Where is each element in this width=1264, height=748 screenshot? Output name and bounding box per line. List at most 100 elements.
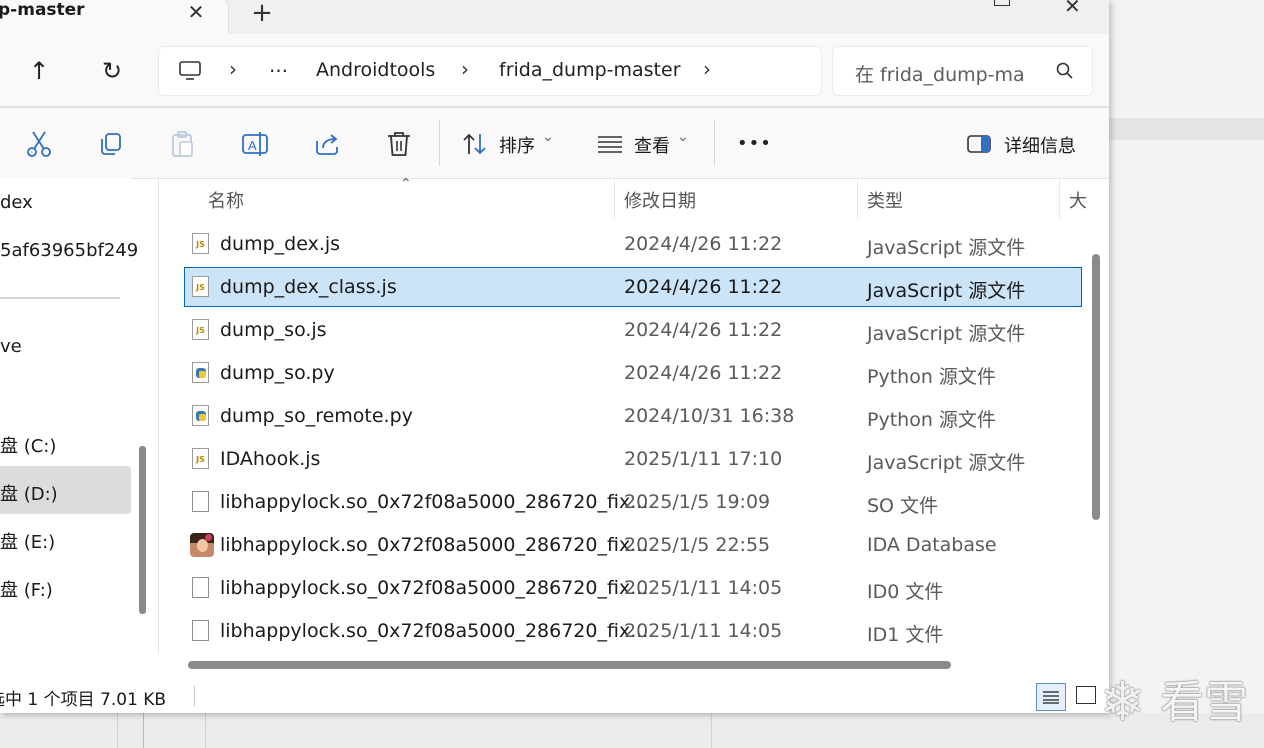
details-label: 详细信息 <box>1004 136 1076 157</box>
file-date: 2024/10/31 16:38 <box>624 405 795 427</box>
column-separator[interactable] <box>614 178 615 218</box>
nav-item-dex[interactable]: dex <box>0 192 33 213</box>
file-row-selected[interactable]: JS dump_dex_class.js 2024/4/26 11:22 Jav… <box>184 267 1082 307</box>
details-view-toggle[interactable] <box>1036 683 1066 711</box>
nav-item-hash-folder[interactable]: 5af63965bf249 <box>0 240 138 261</box>
sort-button[interactable]: 排序 ⌄ <box>462 127 562 161</box>
file-date: 2025/1/11 14:05 <box>624 620 783 642</box>
chevron-right-icon[interactable]: › <box>703 57 711 81</box>
new-tab-icon[interactable]: + <box>250 0 274 28</box>
delete-icon[interactable] <box>386 130 412 158</box>
large-icons-view-icon[interactable] <box>1076 686 1096 704</box>
file-type: JavaScript 源文件 <box>867 280 1026 302</box>
tab-title: p-master <box>0 0 85 20</box>
file-row[interactable]: JS dump_dex.js 2024/4/26 11:22 JavaScrip… <box>184 224 1082 264</box>
window-close-icon[interactable]: ✕ <box>1064 0 1081 18</box>
background-line <box>117 713 118 748</box>
maximize-icon[interactable] <box>994 0 1010 6</box>
vertical-scrollbar[interactable] <box>1092 254 1100 520</box>
chevron-right-icon[interactable]: › <box>461 57 469 81</box>
nav-item-disk-c[interactable]: 盘 (C:) <box>0 432 56 458</box>
search-input[interactable]: 在 frida_dump-ma <box>832 46 1093 96</box>
file-type: JavaScript 源文件 <box>867 452 1026 474</box>
background-line <box>205 713 206 748</box>
horizontal-scrollbar[interactable] <box>188 661 951 669</box>
column-header-type[interactable]: 类型 <box>867 187 903 213</box>
file-name: libhappylock.so_0x72f08a5000_286720_fix.… <box>220 577 649 599</box>
status-bar <box>0 680 1109 713</box>
file-date: 2024/4/26 11:22 <box>624 276 783 298</box>
up-arrow-icon[interactable]: ↑ <box>22 56 56 88</box>
details-pane-button[interactable]: 详细信息 <box>966 127 1086 161</box>
file-row[interactable]: JS dump_so.js 2024/4/26 11:22 JavaScript… <box>184 310 1082 350</box>
search-placeholder: 在 frida_dump-ma <box>855 64 1025 86</box>
file-name: dump_dex_class.js <box>220 276 397 298</box>
file-name: libhappylock.so_0x72f08a5000_286720_fix.… <box>220 620 649 642</box>
file-type: SO 文件 <box>867 495 939 517</box>
nav-item-drive[interactable]: ve <box>0 336 22 357</box>
js-file-icon: JS <box>192 276 209 297</box>
file-name: libhappylock.so_0x72f08a5000_286720_fix.… <box>220 534 649 556</box>
file-row[interactable]: dump_so_remote.py 2024/10/31 16:38 Pytho… <box>184 396 1082 436</box>
file-row[interactable]: libhappylock.so_0x72f08a5000_286720_fix.… <box>184 482 1082 522</box>
background-line <box>711 713 712 748</box>
breadcrumb-overflow[interactable]: … <box>269 55 288 77</box>
sort-label: 排序 <box>499 136 535 157</box>
js-file-icon: JS <box>192 319 209 340</box>
cut-icon[interactable] <box>26 130 52 158</box>
nav-scrollbar[interactable] <box>139 446 146 614</box>
file-type: JavaScript 源文件 <box>867 237 1026 259</box>
column-header-name[interactable]: 名称 <box>208 187 244 213</box>
view-button[interactable]: 查看 ⌄ <box>597 127 697 161</box>
chevron-right-icon[interactable]: › <box>229 57 237 81</box>
file-type: IDA Database <box>867 534 997 556</box>
file-date: 2025/1/11 14:05 <box>624 577 783 599</box>
computer-icon[interactable] <box>178 60 202 82</box>
breadcrumb-item-androidtools[interactable]: Androidtools <box>316 59 435 81</box>
nav-item-disk-d[interactable]: 盘 (D:) <box>0 480 58 506</box>
file-row[interactable]: libhappylock.so_0x72f08a5000_286720_fix.… <box>184 568 1082 608</box>
file-date: 2024/4/26 11:22 <box>624 362 783 384</box>
file-row[interactable]: dump_so.py 2024/4/26 11:22 Python 源文件 <box>184 353 1082 393</box>
file-type: Python 源文件 <box>867 366 996 388</box>
file-name: dump_dex.js <box>220 233 341 255</box>
chevron-down-icon: ⌄ <box>542 129 554 145</box>
breadcrumb[interactable]: › … Androidtools › frida_dump-master › <box>158 46 822 96</box>
toolbar-separator <box>714 120 715 166</box>
file-explorer-window: p-master ✕ + ✕ ↑ ↻ › … Androidtools › fr… <box>0 0 1109 713</box>
python-file-icon <box>192 405 209 426</box>
file-row[interactable]: JS IDAhook.js 2025/1/11 17:10 JavaScript… <box>184 439 1082 479</box>
rename-icon[interactable]: A <box>241 130 269 158</box>
copy-icon[interactable] <box>98 131 124 157</box>
paste-icon[interactable] <box>170 130 196 158</box>
sort-ascending-icon: ⌃ <box>400 176 412 192</box>
file-date: 2024/4/26 11:22 <box>624 233 783 255</box>
file-date: 2025/1/5 22:55 <box>624 534 771 556</box>
tab-close-icon[interactable]: ✕ <box>186 0 206 24</box>
breadcrumb-item-frida-dump-master[interactable]: frida_dump-master <box>499 59 681 81</box>
column-separator[interactable] <box>1059 178 1060 218</box>
file-name: dump_so.py <box>220 362 335 384</box>
background-band <box>1109 118 1264 140</box>
chevron-down-icon: ⌄ <box>677 129 689 145</box>
ida-database-icon <box>190 533 214 557</box>
file-row[interactable]: libhappylock.so_0x72f08a5000_286720_fix.… <box>184 611 1082 651</box>
more-options-icon[interactable]: ••• <box>737 133 772 154</box>
nav-item-disk-e[interactable]: 盘 (E:) <box>0 528 55 554</box>
share-icon[interactable] <box>313 131 341 157</box>
python-file-icon <box>192 362 209 383</box>
column-header-size[interactable]: 大 <box>1069 187 1087 213</box>
column-separator[interactable] <box>857 178 858 218</box>
status-separator <box>194 686 195 706</box>
file-row[interactable]: libhappylock.so_0x72f08a5000_286720_fix.… <box>184 525 1082 565</box>
file-type: Python 源文件 <box>867 409 996 431</box>
details-view-icon <box>1043 691 1059 704</box>
blank-file-icon <box>192 491 209 512</box>
file-name: dump_so_remote.py <box>220 405 413 427</box>
column-header-date[interactable]: 修改日期 <box>624 187 696 213</box>
refresh-icon[interactable]: ↻ <box>95 56 129 88</box>
file-date: 2024/4/26 11:22 <box>624 319 783 341</box>
sort-icon <box>463 133 486 155</box>
nav-item-disk-f[interactable]: 盘 (F:) <box>0 576 53 602</box>
search-icon[interactable] <box>1055 61 1075 81</box>
